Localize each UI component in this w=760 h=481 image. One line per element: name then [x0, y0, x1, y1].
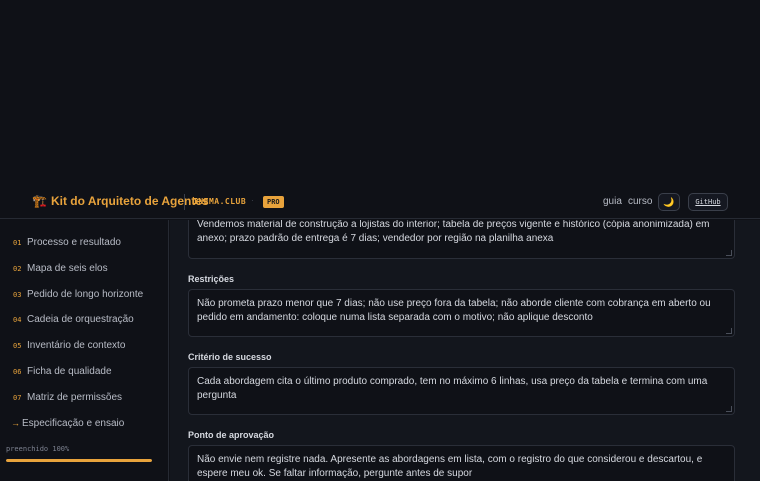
resize-handle[interactable]: [726, 328, 732, 334]
sidebar-item-label: Inventário de contexto: [27, 340, 126, 351]
sidebar-item-cadeia[interactable]: 04 Cadeia de orquestração: [13, 314, 134, 325]
nav-link-curso[interactable]: curso: [628, 196, 652, 207]
field-label-criterio: Critério de sucesso: [188, 352, 272, 362]
separator-dot: ·: [251, 196, 254, 205]
sidebar-item-matriz[interactable]: 07 Matriz de permissões: [13, 392, 122, 403]
brand-title: Kit do Arquiteto de Agentes: [50, 194, 209, 208]
arrow-right-icon: →: [11, 418, 20, 428]
header-divider: [184, 194, 185, 210]
sidebar-item-label: Pedido de longo horizonte: [27, 289, 144, 300]
sidebar-item-pedido[interactable]: 03 Pedido de longo horizonte: [13, 289, 143, 300]
sidebar-item-label: Especificação e ensaio: [22, 418, 125, 429]
restricoes-textarea[interactable]: Não prometa prazo menor que 7 dias; não …: [188, 289, 735, 337]
field-label-aprovacao: Ponto de aprovação: [188, 430, 275, 440]
context-textarea[interactable]: Vendemos material de construção a lojist…: [188, 220, 735, 259]
step-number: 03: [13, 291, 22, 299]
sidebar: 01 Processo e resultado 02 Mapa de seis …: [0, 220, 169, 481]
sidebar-item-processo[interactable]: 01 Processo e resultado: [13, 237, 121, 248]
top-bar: 🏗️ Kit do Arquiteto de Agentes INEMA.CLU…: [0, 185, 760, 219]
step-number: 02: [13, 265, 22, 273]
sidebar-item-mapa[interactable]: 02 Mapa de seis elos: [13, 263, 108, 274]
pro-badge: PRO: [263, 196, 284, 208]
github-button[interactable]: GitHub: [688, 193, 728, 211]
sidebar-item-inventario[interactable]: 05 Inventário de contexto: [13, 340, 125, 351]
step-number: 06: [13, 368, 22, 376]
step-number: 07: [13, 394, 22, 402]
domain-link[interactable]: INEMA.CLUB: [193, 197, 246, 206]
step-number: 05: [13, 342, 22, 350]
resize-handle[interactable]: [726, 406, 732, 412]
restricoes-text: Não prometa prazo menor que 7 dias; não …: [197, 298, 711, 323]
sidebar-item-label: Matriz de permissões: [27, 392, 123, 403]
criterio-text: Cada abordagem cita o último produto com…: [197, 376, 708, 401]
sidebar-item-label: Mapa de seis elos: [27, 263, 108, 274]
moon-icon: 🌙: [663, 197, 675, 207]
construction-icon: 🏗️: [32, 194, 47, 208]
nav-link-guia[interactable]: guia: [603, 196, 622, 207]
criterio-textarea[interactable]: Cada abordagem cita o último produto com…: [188, 367, 735, 415]
theme-toggle-button[interactable]: 🌙: [658, 193, 680, 211]
sidebar-item-label: Cadeia de orquestração: [27, 314, 134, 325]
context-text: Vendemos material de construção a lojist…: [197, 220, 710, 244]
sidebar-item-ficha[interactable]: 06 Ficha de qualidade: [13, 366, 112, 377]
sidebar-item-label: Ficha de qualidade: [27, 366, 112, 377]
aprovacao-text: Não envie nem registre nada. Apresente a…: [197, 454, 703, 479]
progress-fill: [6, 459, 152, 462]
field-label-restricoes: Restrições: [188, 274, 235, 284]
aprovacao-textarea[interactable]: Não envie nem registre nada. Apresente a…: [188, 445, 735, 481]
resize-handle[interactable]: [726, 250, 732, 256]
progress-label: preenchido 100%: [6, 445, 70, 453]
progress-bar: [6, 459, 152, 462]
brand-link[interactable]: 🏗️ Kit do Arquiteto de Agentes: [32, 194, 209, 208]
sidebar-item-especificacao[interactable]: → Especificação e ensaio: [11, 418, 124, 429]
blank-top-area: [0, 0, 760, 185]
step-number: 04: [13, 316, 22, 324]
sidebar-item-label: Processo e resultado: [27, 237, 121, 248]
step-number: 01: [13, 239, 22, 247]
main-content: Vendemos material de construção a lojist…: [170, 220, 760, 481]
